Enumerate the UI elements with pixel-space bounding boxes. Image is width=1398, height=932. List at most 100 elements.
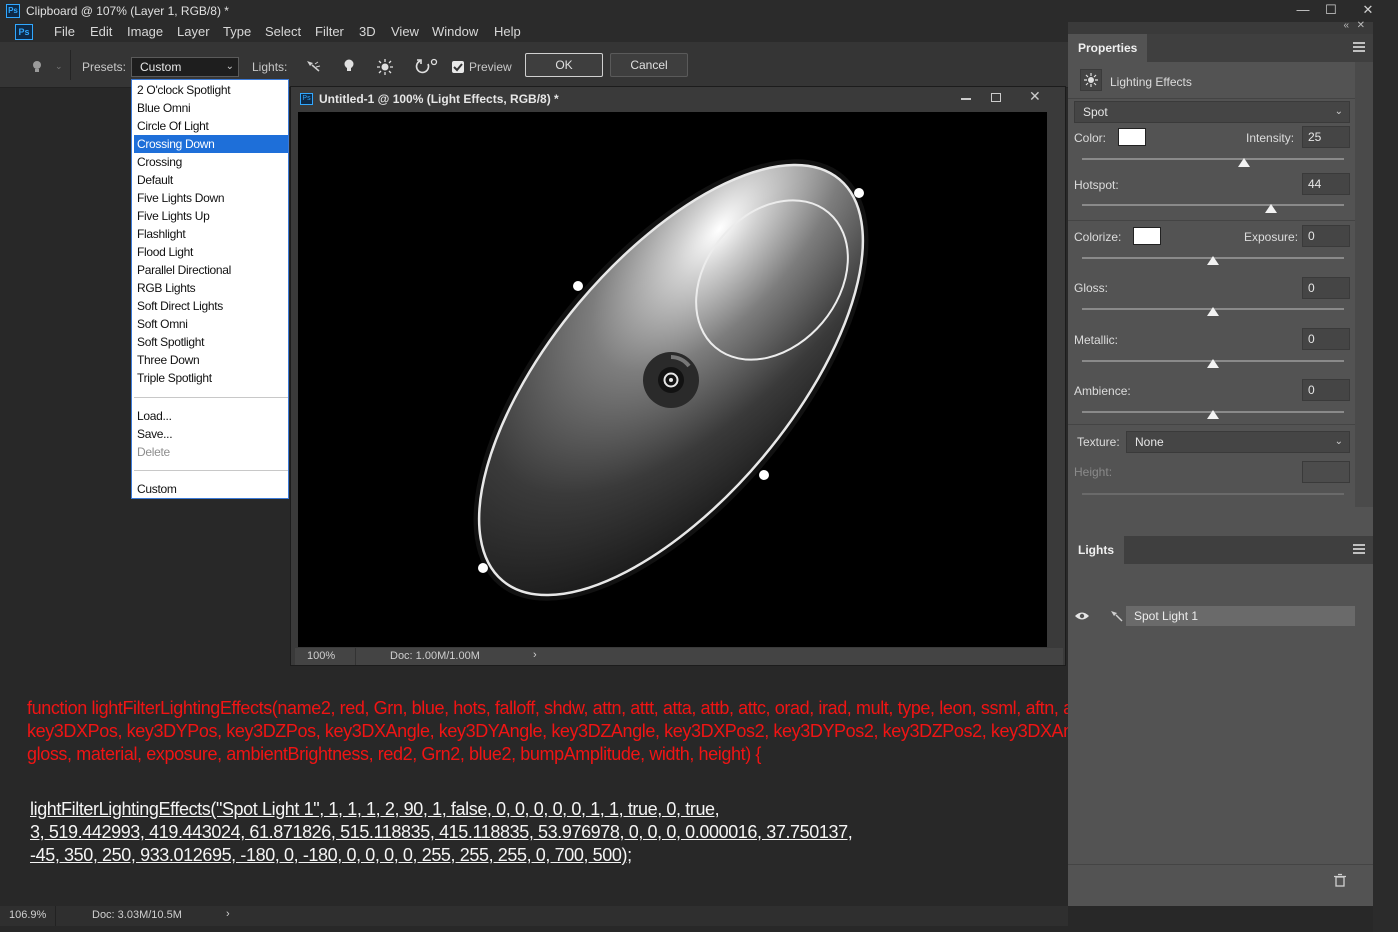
tab-lights[interactable]: Lights: [1068, 536, 1124, 564]
preset-item[interactable]: Crossing: [134, 153, 288, 171]
panel-menu-icon[interactable]: [1353, 42, 1365, 52]
trash-icon[interactable]: [1333, 873, 1347, 887]
light-bulb-icon[interactable]: [30, 60, 46, 74]
preset-custom-item[interactable]: Custom: [134, 480, 288, 498]
menu-type[interactable]: Type: [223, 24, 251, 39]
point-light-icon[interactable]: [342, 58, 358, 74]
preset-save-item[interactable]: Save...: [134, 425, 288, 443]
menu-view[interactable]: View: [391, 24, 419, 39]
hotspot-input[interactable]: 44: [1302, 173, 1350, 195]
menu-edit[interactable]: Edit: [90, 24, 112, 39]
preset-item[interactable]: Three Down: [134, 351, 288, 369]
gloss-input[interactable]: 0: [1302, 277, 1350, 299]
preset-load-item[interactable]: Load...: [134, 407, 288, 425]
reset-lights-icon[interactable]: [415, 57, 439, 75]
collapse-panels-icon[interactable]: «: [1343, 20, 1349, 31]
exposure-label: Exposure:: [1244, 230, 1299, 244]
photoshop-app-icon[interactable]: Ps: [15, 24, 33, 40]
preset-item[interactable]: Blue Omni: [134, 99, 288, 117]
light-handle-bottom[interactable]: [478, 563, 488, 573]
hotspot-label: Hotspot:: [1074, 178, 1119, 192]
lighting-preview[interactable]: [298, 112, 1047, 647]
document-status-arrow-icon[interactable]: ›: [533, 649, 537, 661]
close-panels-icon[interactable]: ✕: [1357, 20, 1365, 31]
document-maximize-button[interactable]: [991, 93, 1001, 102]
light-handle-left[interactable]: [573, 281, 583, 291]
minimize-button[interactable]: —: [1288, 0, 1318, 22]
lights-list-item[interactable]: Spot Light 1: [1071, 606, 1355, 626]
cancel-button[interactable]: Cancel: [610, 53, 688, 77]
preset-item[interactable]: Circle Of Light: [134, 117, 288, 135]
light-name: Spot Light 1: [1134, 609, 1199, 623]
intensity-input[interactable]: 25: [1302, 126, 1350, 148]
function-call-line: -45, 350, 250, 933.012695, -180, 0, -180…: [30, 845, 632, 865]
intensity-slider-track[interactable]: [1082, 158, 1344, 160]
gloss-slider-thumb[interactable]: [1207, 307, 1219, 316]
menu-filter[interactable]: Filter: [315, 24, 344, 39]
infinite-light-icon[interactable]: [376, 58, 394, 76]
tool-preset-chevron-icon[interactable]: ⌄: [55, 61, 63, 72]
preset-item[interactable]: 2 O'clock Spotlight: [134, 81, 288, 99]
presets-select[interactable]: Custom ⌄: [131, 57, 239, 77]
colorize-swatch[interactable]: [1133, 227, 1161, 245]
status-zoom[interactable]: 106.9%: [9, 909, 46, 921]
light-color-swatch[interactable]: [1118, 128, 1146, 146]
spot-light-icon[interactable]: [304, 58, 322, 74]
menu-window[interactable]: Window: [432, 24, 478, 39]
eye-icon[interactable]: [1074, 610, 1090, 622]
intensity-slider-thumb[interactable]: [1238, 158, 1251, 167]
tab-properties[interactable]: Properties: [1068, 34, 1148, 62]
chevron-down-icon: ⌄: [1334, 436, 1343, 447]
light-handle-top[interactable]: [854, 188, 864, 198]
preset-item[interactable]: Five Lights Down: [134, 189, 288, 207]
document-close-button[interactable]: ✕: [1029, 88, 1041, 105]
exposure-slider-thumb[interactable]: [1207, 256, 1219, 265]
preset-item[interactable]: Parallel Directional: [134, 261, 288, 279]
right-panel-dock: « ✕ Properties Lighting Effects Spot ⌄ C…: [1068, 20, 1373, 906]
ok-button[interactable]: OK: [525, 53, 603, 77]
document-title-bar[interactable]: Ps Untitled-1 @ 100% (Light Effects, RGB…: [291, 87, 1065, 111]
light-handle-right[interactable]: [759, 470, 769, 480]
status-arrow-icon[interactable]: ›: [226, 908, 230, 920]
texture-select[interactable]: None ⌄: [1126, 431, 1350, 453]
panel-menu-icon[interactable]: [1353, 544, 1365, 554]
metallic-slider-thumb[interactable]: [1207, 359, 1219, 368]
preset-item[interactable]: Soft Direct Lights: [134, 297, 288, 315]
ambience-slider-thumb[interactable]: [1207, 410, 1219, 419]
properties-scrollbar[interactable]: [1355, 62, 1373, 507]
chevron-down-icon: ⌄: [1334, 106, 1343, 117]
hotspot-slider-track[interactable]: [1082, 204, 1344, 206]
preset-item[interactable]: Flood Light: [134, 243, 288, 261]
document-canvas[interactable]: [298, 112, 1047, 647]
document-minimize-button[interactable]: [961, 98, 971, 100]
menu-file[interactable]: File: [54, 24, 75, 39]
preset-item[interactable]: Triple Spotlight: [134, 369, 288, 387]
preset-item-selected[interactable]: Crossing Down: [134, 135, 288, 153]
close-button[interactable]: ✕: [1353, 0, 1383, 22]
menu-3d[interactable]: 3D: [359, 24, 376, 39]
preset-item[interactable]: Five Lights Up: [134, 207, 288, 225]
exposure-input[interactable]: 0: [1302, 225, 1350, 247]
document-zoom[interactable]: 100%: [307, 650, 335, 662]
hotspot-slider-thumb[interactable]: [1264, 204, 1277, 213]
preset-item[interactable]: Default: [134, 171, 288, 189]
light-type-select[interactable]: Spot ⌄: [1074, 101, 1350, 123]
light-type-value: Spot: [1083, 105, 1108, 119]
preset-item[interactable]: Soft Spotlight: [134, 333, 288, 351]
maximize-button[interactable]: ☐: [1316, 0, 1346, 22]
menu-select[interactable]: Select: [265, 24, 301, 39]
colorize-label: Colorize:: [1074, 230, 1122, 244]
menu-help[interactable]: Help: [494, 24, 521, 39]
preset-item[interactable]: RGB Lights: [134, 279, 288, 297]
preset-item[interactable]: Flashlight: [134, 225, 288, 243]
function-call-line: 3, 519.442993, 419.443024, 61.871826, 51…: [30, 822, 853, 842]
menu-layer[interactable]: Layer: [177, 24, 210, 39]
light-name-row[interactable]: Spot Light 1: [1126, 606, 1355, 626]
preview-checkbox[interactable]: [452, 61, 464, 73]
metallic-input[interactable]: 0: [1302, 328, 1350, 350]
status-bar: 106.9% Doc: 3.03M/10.5M ›: [0, 906, 1068, 926]
preset-item[interactable]: Soft Omni: [134, 315, 288, 333]
menu-image[interactable]: Image: [127, 24, 163, 39]
lighting-effects-title: Lighting Effects: [1110, 75, 1192, 89]
ambience-input[interactable]: 0: [1302, 379, 1350, 401]
